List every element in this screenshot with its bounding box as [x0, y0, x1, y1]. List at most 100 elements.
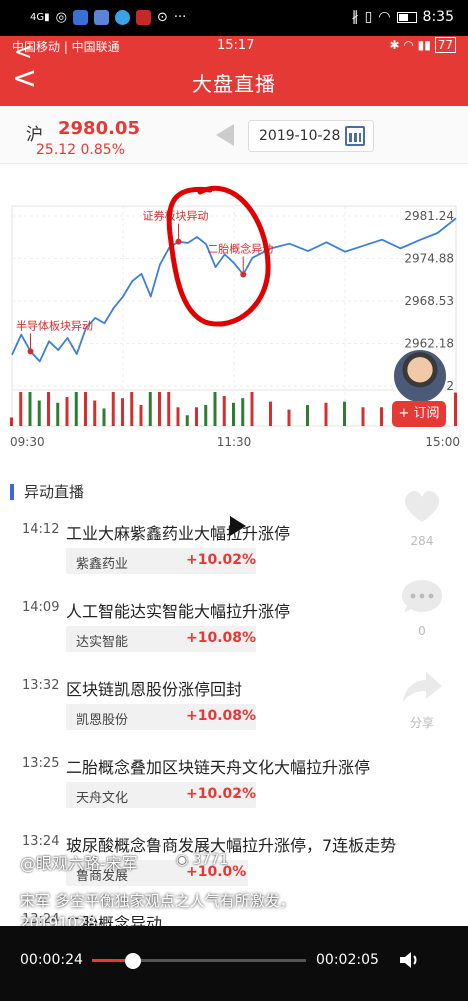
index-price: 2980.05: [58, 118, 140, 139]
volume-bar: [213, 392, 217, 426]
index-change: 25.12 0.85%: [36, 142, 126, 158]
inner-status-icons: ✱ ◠ ▮▮ 77: [390, 37, 456, 53]
volume-bar: [102, 408, 106, 426]
volume-bar: [130, 392, 134, 426]
volume-bar: [28, 392, 32, 426]
volume-bar: [176, 407, 180, 426]
volume-bar: [361, 407, 365, 426]
volume-bar: [306, 405, 309, 426]
play-icon[interactable]: [216, 506, 256, 546]
video-caption: 宋军 多空平衡独家观点之人气有所激发，20191028。: [20, 892, 295, 926]
volume-bar: [74, 392, 78, 426]
battery-icon: [396, 11, 417, 23]
news-time: 13:25: [22, 756, 60, 771]
inner-time: 15:17: [217, 38, 255, 53]
shield-icon: ⊙: [156, 10, 168, 25]
prev-date-arrow-icon[interactable]: [216, 124, 234, 146]
video-player-bar: 00:00:24 00:02:05: [0, 926, 468, 1001]
annotation-label: 证券板块异动: [143, 209, 209, 223]
vibrate-icon: ▯: [364, 9, 373, 25]
volume-bar: [65, 397, 69, 426]
stock-change: +10.02%: [186, 786, 257, 802]
follow-button[interactable]: + 订阅: [392, 401, 446, 427]
stock-tag[interactable]: 凯恩股份 +10.08%: [66, 704, 256, 730]
view-count-value: 3771: [192, 852, 229, 868]
volume-bar: [167, 392, 171, 426]
video-author[interactable]: @眼观六路-宋军: [20, 850, 138, 874]
volume-bar: [19, 392, 23, 426]
news-time: 13:24: [22, 834, 60, 849]
volume-bar: [56, 402, 60, 426]
volume-bar: [204, 405, 208, 426]
total-duration: 00:02:05: [316, 952, 379, 968]
share-button[interactable]: 分享: [392, 666, 452, 731]
x-tick-label: 11:30: [217, 435, 252, 449]
volume-bar: [222, 395, 226, 426]
author-avatar[interactable]: [392, 348, 448, 404]
volume-bar: [269, 401, 272, 426]
bluetooth-icon: ∦: [351, 9, 359, 25]
calendar-icon[interactable]: [345, 126, 365, 146]
stock-name: 达实智能: [76, 635, 129, 650]
phone-status-bar: 4G▮ ◎ ⊙ ··· ∦ ▯ ◠ 8:35: [0, 0, 468, 36]
app-icon-blue2: [93, 10, 109, 25]
app-icon-sky: [114, 10, 130, 25]
nav-bar: < 大盘直播: [0, 56, 468, 106]
news-headline[interactable]: 区块链凯恩股份涨停回封: [66, 676, 242, 700]
share-icon: [403, 672, 442, 702]
overlay-back-icon[interactable]: <: [14, 40, 32, 65]
x-axis-labels: 09:30 11:30 15:00: [10, 435, 460, 449]
section-title: 异动直播: [24, 483, 85, 501]
stock-tag[interactable]: 达实智能 +10.08%: [66, 626, 256, 652]
status-time: 8:35: [422, 9, 454, 25]
battery-level: 77: [434, 37, 456, 53]
volume-bar: [148, 392, 152, 426]
volume-bar: [47, 392, 50, 426]
volume-bar: [241, 398, 245, 426]
stock-change: +10.08%: [186, 708, 257, 724]
video-side-actions: 284 0 分享: [392, 486, 452, 731]
app-icon-blue: [72, 10, 88, 25]
volume-bar: [10, 417, 13, 426]
like-count: 284: [410, 534, 434, 548]
comment-button[interactable]: 0: [392, 576, 452, 638]
news-time: 13:32: [22, 678, 60, 693]
news-headline[interactable]: 人工智能达实智能大幅拉升涨停: [66, 598, 290, 622]
hotspot-icon: ◎: [55, 10, 67, 25]
date-value: 2019-10-28: [259, 128, 341, 144]
x-tick-label: 09:30: [10, 435, 45, 449]
volume-bar: [380, 407, 383, 426]
eye-icon: ◉: [176, 852, 193, 868]
news-headline[interactable]: 二胎概念叠加区块链天舟文化大幅拉升涨停: [66, 754, 370, 778]
recorded-screen: 中国移动 | 中国联通 15:17 ✱ ◠ ▮▮ 77 < 大盘直播 沪 298…: [0, 36, 468, 926]
stock-name: 凯恩股份: [76, 713, 129, 728]
volume-icon[interactable]: [397, 948, 421, 972]
more-icon: ···: [173, 10, 187, 25]
volume-bar: [158, 392, 161, 426]
volume-bar: [324, 402, 328, 426]
volume-bar: [93, 400, 97, 426]
wifi-icon: ◠: [378, 9, 391, 25]
stock-name: 天舟文化: [76, 791, 129, 806]
heart-icon: [404, 490, 440, 522]
share-label: 分享: [409, 716, 434, 730]
volume-bar: [139, 405, 143, 426]
news-time: 14:09: [22, 600, 60, 615]
volume-bar: [37, 400, 41, 426]
stock-tag[interactable]: 天舟文化 +10.02%: [66, 782, 256, 808]
page-title: 大盘直播: [192, 72, 276, 96]
stock-name: 紫鑫药业: [76, 557, 129, 572]
x-end-label: 15:00: [425, 435, 460, 449]
follow-label: 订阅: [413, 406, 440, 421]
stock-tag[interactable]: 紫鑫药业 +10.02%: [66, 548, 256, 574]
signal-icon: 4G▮: [30, 12, 50, 23]
comment-icon: [402, 580, 442, 613]
date-picker[interactable]: 2019-10-28: [248, 120, 374, 152]
y-tick-label: 2981.24: [404, 209, 454, 223]
seek-bar[interactable]: [92, 953, 306, 969]
y-tick-label: 2974.88: [404, 252, 454, 266]
news-headline[interactable]: 工业大麻紫鑫药业大幅拉升涨停: [66, 520, 290, 544]
comment-count: 0: [418, 624, 426, 638]
like-button[interactable]: 284: [392, 486, 452, 548]
seek-handle[interactable]: [124, 953, 141, 969]
